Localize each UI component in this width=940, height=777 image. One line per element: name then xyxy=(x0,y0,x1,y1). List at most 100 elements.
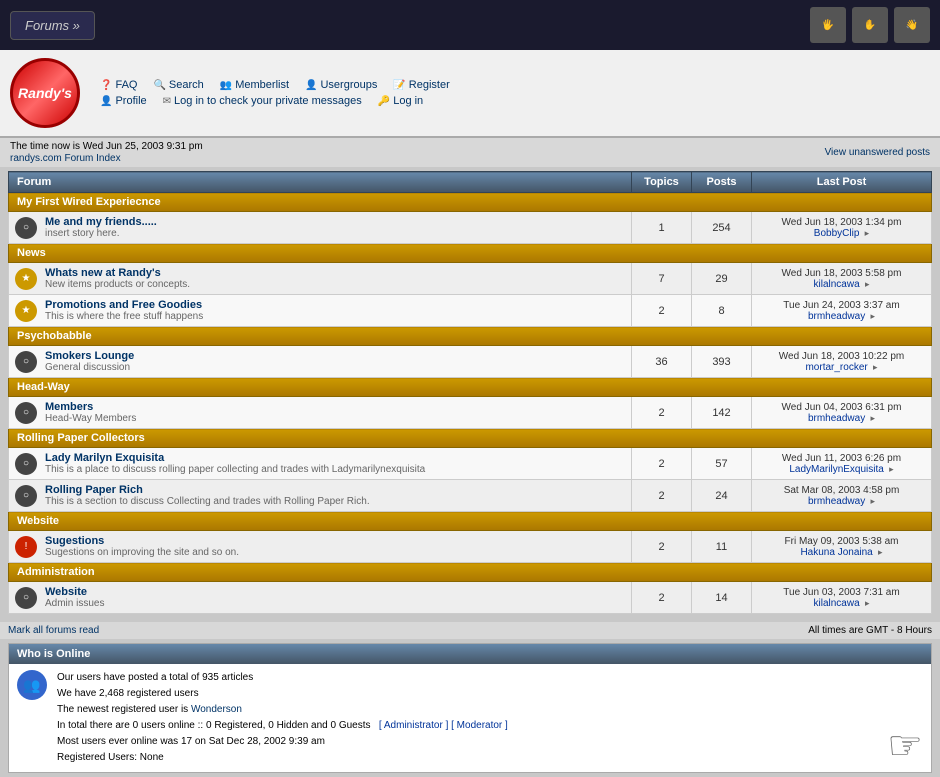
forum-info-inner: ○ Members Head-Way Members xyxy=(15,401,625,424)
forum-status-icon: ○ xyxy=(15,453,37,475)
forum-title-link[interactable]: Sugestions xyxy=(45,535,104,547)
last-post-user-link[interactable]: brmheadway xyxy=(808,496,865,507)
mark-read-link[interactable]: Mark all forums read xyxy=(8,625,99,636)
forum-title: Sugestions xyxy=(45,535,239,547)
profile-link[interactable]: Profile xyxy=(115,95,146,107)
forum-lastpost-cell: Wed Jun 04, 2003 6:31 pm brmheadway ▸ xyxy=(752,397,932,429)
nav-faq[interactable]: ❓ FAQ xyxy=(100,79,137,91)
forum-title-desc: Promotions and Free Goodies This is wher… xyxy=(45,299,203,322)
forum-title-link[interactable]: Website xyxy=(45,586,87,598)
forum-title: Promotions and Free Goodies xyxy=(45,299,203,311)
site-logo: Randy's xyxy=(10,58,80,128)
category-row: Head-Way xyxy=(9,378,932,397)
forum-topics-cell: 2 xyxy=(632,448,692,480)
view-unanswered-link[interactable]: View unanswered posts xyxy=(825,147,930,158)
forum-status-icon: ○ xyxy=(15,402,37,424)
table-row: ○ Me and my friends..... insert story he… xyxy=(9,212,932,244)
category-name: Administration xyxy=(9,563,932,582)
forum-lastpost-cell: Fri May 09, 2003 5:38 am Hakuna Jonaina … xyxy=(752,531,932,563)
search-link[interactable]: Search xyxy=(169,79,204,91)
view-post-icon[interactable]: ▸ xyxy=(862,228,869,238)
usergroups-icon: 👤 xyxy=(305,80,317,91)
table-row: ○ Lady Marilyn Exquisita This is a place… xyxy=(9,448,932,480)
forum-info-inner: ○ Website Admin issues xyxy=(15,586,625,609)
forum-lastpost-cell: Tue Jun 03, 2003 7:31 am kilalncawa ▸ xyxy=(752,582,932,614)
nav-profile[interactable]: 👤 Profile xyxy=(100,95,147,107)
forum-title-desc: Sugestions Sugestions on improving the s… xyxy=(45,535,239,558)
forum-title-desc: Lady Marilyn Exquisita This is a place t… xyxy=(45,452,425,475)
forum-info-cell: ○ Lady Marilyn Exquisita This is a place… xyxy=(9,448,632,480)
view-post-icon[interactable]: ▸ xyxy=(871,362,878,372)
forum-posts-cell: 142 xyxy=(692,397,752,429)
nav-search[interactable]: 🔍 Search xyxy=(153,79,203,91)
forum-title-desc: Whats new at Randy's New items products … xyxy=(45,267,190,290)
header-icon-2: ✋ xyxy=(852,7,888,43)
forum-index-link[interactable]: randys.com Forum Index xyxy=(10,153,203,164)
pm-link[interactable]: Log in to check your private messages xyxy=(174,95,362,107)
table-row: ○ Website Admin issues 2 14 Tue Jun 03, … xyxy=(9,582,932,614)
forum-topics-cell: 2 xyxy=(632,480,692,512)
forum-title-link[interactable]: Whats new at Randy's xyxy=(45,267,161,279)
last-post-user-link[interactable]: brmheadway xyxy=(808,311,865,322)
forum-lastpost-cell: Tue Jun 24, 2003 3:37 am brmheadway ▸ xyxy=(752,295,932,327)
category-name: Website xyxy=(9,512,932,531)
usergroups-link[interactable]: Usergroups xyxy=(320,79,377,91)
forum-topics-cell: 36 xyxy=(632,346,692,378)
forum-topics-cell: 1 xyxy=(632,212,692,244)
last-post-user-link[interactable]: mortar_rocker xyxy=(805,362,867,373)
nav-top: ❓ FAQ 🔍 Search 👥 Memberlist 👤 Usergroups… xyxy=(100,79,930,91)
view-post-icon[interactable]: ▸ xyxy=(868,413,875,423)
faq-link[interactable]: FAQ xyxy=(115,79,137,91)
last-post-user-link[interactable]: kilalncawa xyxy=(814,598,860,609)
register-link[interactable]: Register xyxy=(409,79,450,91)
forum-title: Members xyxy=(45,401,136,413)
last-post-user-link[interactable]: BobbyClip xyxy=(814,228,860,239)
who-online-body: 👥 Our users have posted a total of 935 a… xyxy=(9,664,931,772)
nav-usergroups[interactable]: 👤 Usergroups xyxy=(305,79,377,91)
last-post-user-link[interactable]: Hakuna Jonaina xyxy=(800,547,872,558)
nav-register[interactable]: 📝 Register xyxy=(393,79,449,91)
login-link[interactable]: Log in xyxy=(393,95,423,107)
view-post-icon[interactable]: ▸ xyxy=(876,547,883,557)
view-post-icon[interactable]: ▸ xyxy=(868,496,875,506)
category-row: Administration xyxy=(9,563,932,582)
top-section: Randy's ❓ FAQ 🔍 Search 👥 Memberlist 👤 Us… xyxy=(0,50,940,138)
forum-status-icon: ○ xyxy=(15,485,37,507)
info-left: The time now is Wed Jun 25, 2003 9:31 pm… xyxy=(10,141,203,164)
forum-topics-cell: 2 xyxy=(632,295,692,327)
forum-title-link[interactable]: Me and my friends..... xyxy=(45,216,157,228)
table-header-row: Forum Topics Posts Last Post xyxy=(9,172,932,193)
table-row: ★ Whats new at Randy's New items product… xyxy=(9,263,932,295)
nav-pm[interactable]: ✉ Log in to check your private messages xyxy=(163,95,362,107)
forum-title-link[interactable]: Lady Marilyn Exquisita xyxy=(45,452,164,464)
forum-desc: Admin issues xyxy=(45,598,104,609)
forum-title-link[interactable]: Promotions and Free Goodies xyxy=(45,299,202,311)
view-post-icon[interactable]: ▸ xyxy=(862,598,869,608)
last-post-user-link[interactable]: LadyMarilynExquisita xyxy=(789,464,884,475)
forum-title-link[interactable]: Members xyxy=(45,401,93,413)
memberlist-link[interactable]: Memberlist xyxy=(235,79,289,91)
newest-user-link[interactable]: Wonderson xyxy=(191,704,242,715)
category-row: Rolling Paper Collectors xyxy=(9,429,932,448)
table-row: ○ Smokers Lounge General discussion 36 3… xyxy=(9,346,932,378)
forum-title-link[interactable]: Rolling Paper Rich xyxy=(45,484,143,496)
view-post-icon[interactable]: ▸ xyxy=(862,279,869,289)
forums-logo[interactable]: Forums » xyxy=(10,11,95,40)
nav-memberlist[interactable]: 👥 Memberlist xyxy=(220,79,289,91)
category-name: News xyxy=(9,244,932,263)
forum-posts-cell: 8 xyxy=(692,295,752,327)
bottom-bar: Mark all forums read All times are GMT -… xyxy=(0,622,940,639)
nav-login[interactable]: 🔑 Log in xyxy=(378,95,423,107)
forum-desc: insert story here. xyxy=(45,228,157,239)
forum-lastpost-cell: Sat Mar 08, 2003 4:58 pm brmheadway ▸ xyxy=(752,480,932,512)
current-time: The time now is Wed Jun 25, 2003 9:31 pm xyxy=(10,141,203,152)
forum-title-desc: Members Head-Way Members xyxy=(45,401,136,424)
last-post-user-link[interactable]: kilalncawa xyxy=(814,279,860,290)
view-post-icon[interactable]: ▸ xyxy=(887,464,894,474)
forum-posts-cell: 29 xyxy=(692,263,752,295)
login-icon: 🔑 xyxy=(378,96,390,107)
view-post-icon[interactable]: ▸ xyxy=(868,311,875,321)
forum-title-link[interactable]: Smokers Lounge xyxy=(45,350,134,362)
forum-topics-cell: 2 xyxy=(632,531,692,563)
last-post-user-link[interactable]: brmheadway xyxy=(808,413,865,424)
